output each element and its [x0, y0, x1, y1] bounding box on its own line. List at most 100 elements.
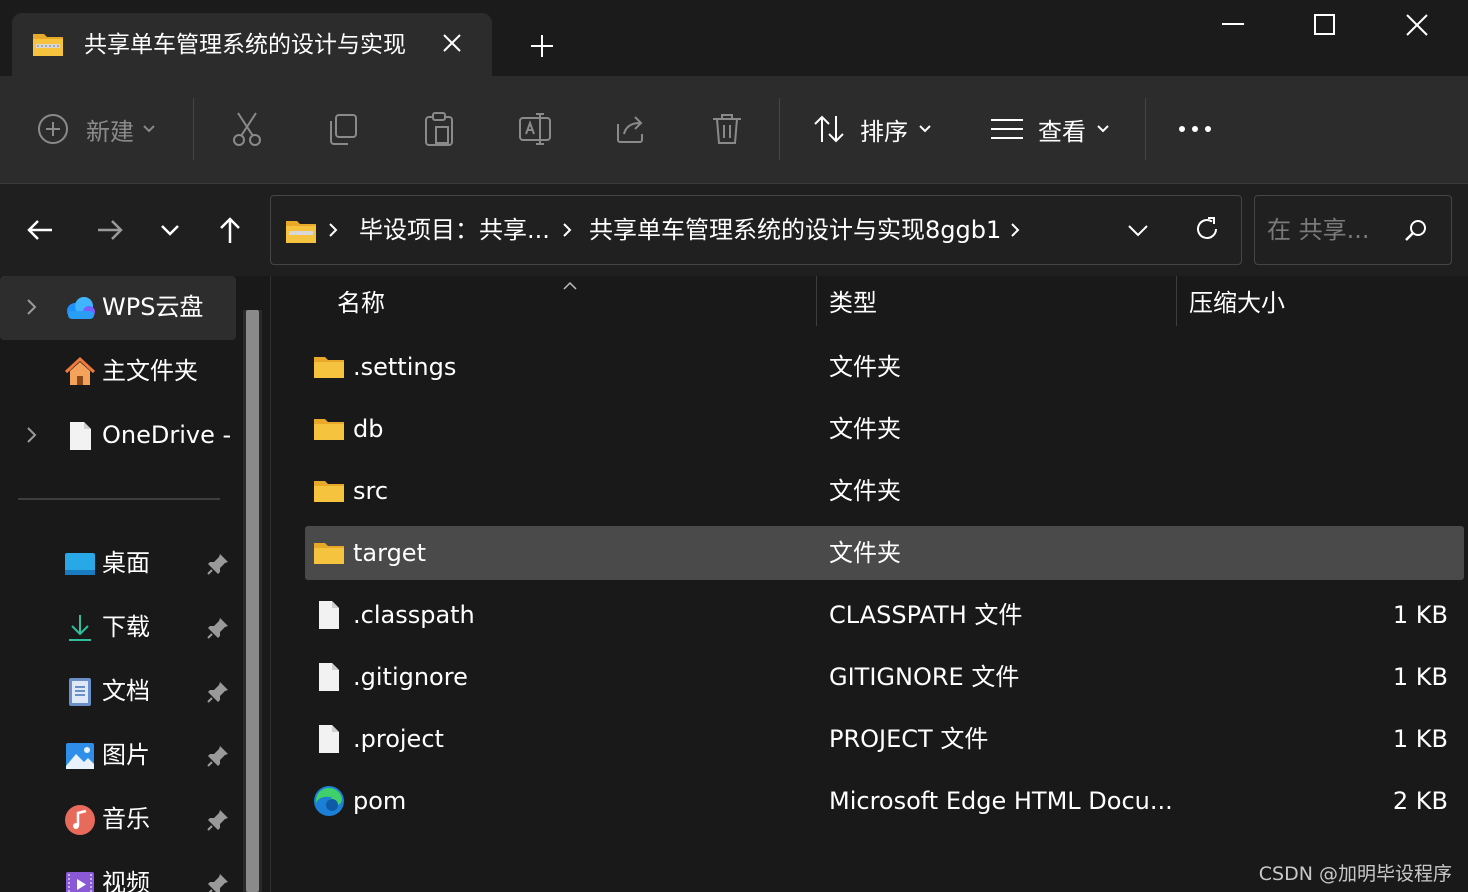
new-button[interactable]: 新建	[36, 106, 156, 152]
sidebar-item-label: 视频	[102, 869, 150, 892]
pin-icon[interactable]	[206, 744, 230, 772]
sidebar-item-pictures[interactable]: 图片	[0, 724, 236, 788]
music-icon	[64, 804, 96, 836]
close-window-icon[interactable]	[1402, 10, 1432, 40]
file-row[interactable]: src 文件夹	[305, 464, 1464, 518]
breadcrumb-item[interactable]: 毕设项目：共享...	[359, 214, 550, 246]
rename-icon	[518, 112, 552, 146]
sidebar-item-onedrive[interactable]: OneDrive -	[0, 404, 236, 468]
maximize-icon[interactable]	[1310, 10, 1340, 40]
breadcrumb-item-current[interactable]: 共享单车管理系统的设计与实现8ggb1	[589, 214, 1001, 246]
pin-icon[interactable]	[206, 552, 230, 580]
pin-icon[interactable]	[206, 680, 230, 708]
sidebar-item-home[interactable]: 主文件夹	[0, 340, 236, 404]
more-options-button[interactable]	[1178, 106, 1212, 152]
new-tab-button[interactable]	[528, 32, 556, 60]
file-size: 1 KB	[1392, 663, 1448, 691]
pin-icon[interactable]	[206, 808, 230, 836]
recent-chevron-icon[interactable]	[154, 214, 186, 246]
refresh-icon[interactable]	[1193, 215, 1221, 247]
chevron-down-icon	[1096, 124, 1110, 134]
documents-icon	[64, 676, 96, 708]
folder-icon	[313, 351, 345, 383]
file-name: .project	[353, 725, 444, 753]
folder-zip-icon	[285, 216, 317, 250]
column-divider[interactable]	[1176, 276, 1177, 326]
expand-chevron-icon[interactable]	[24, 297, 38, 321]
sidebar-item-desktop[interactable]: 桌面	[0, 532, 236, 596]
forward-arrow-icon[interactable]	[94, 214, 126, 246]
view-lines-icon	[990, 117, 1024, 141]
file-name: .gitignore	[353, 663, 468, 691]
pictures-icon	[64, 740, 96, 772]
sidebar-item-documents[interactable]: 文档	[0, 660, 236, 724]
cut-button[interactable]	[230, 106, 264, 152]
file-size: 1 KB	[1392, 601, 1448, 629]
sidebar-item-videos[interactable]: 视频	[0, 852, 236, 892]
file-row[interactable]: .project PROJECT 文件 1 KB	[305, 712, 1464, 766]
file-size: 2 KB	[1392, 787, 1448, 815]
file-list: 名称 类型 压缩大小 .settings 文件夹 db 文件夹 src 文件夹 …	[274, 276, 1468, 892]
file-row[interactable]: db 文件夹	[305, 402, 1464, 456]
more-dots-icon	[1178, 124, 1212, 134]
file-name: db	[353, 415, 384, 443]
column-header-name[interactable]: 名称	[337, 286, 385, 320]
scissors-icon	[230, 111, 264, 147]
share-button[interactable]	[614, 106, 648, 152]
file-type: 文件夹	[829, 415, 901, 443]
up-arrow-icon[interactable]	[214, 214, 246, 246]
pin-icon[interactable]	[206, 872, 230, 892]
sidebar-scrollbar-thumb[interactable]	[246, 310, 259, 892]
sidebar-item-music[interactable]: 音乐	[0, 788, 236, 852]
sidebar-item-wps-cloud[interactable]: WPS云盘	[0, 276, 236, 340]
address-bar[interactable]: 毕设项目：共享... 共享单车管理系统的设计与实现8ggb1	[270, 195, 1242, 265]
file-row[interactable]: .settings 文件夹	[305, 340, 1464, 394]
new-label: 新建	[86, 117, 134, 146]
search-box[interactable]: 在 共享...	[1254, 195, 1452, 265]
close-tab-icon[interactable]	[440, 31, 464, 55]
file-type: GITIGNORE 文件	[829, 663, 1020, 691]
search-placeholder: 在 共享...	[1267, 216, 1370, 244]
window-tab[interactable]: 共享单车管理系统的设计与实现	[12, 13, 492, 77]
column-divider[interactable]	[816, 276, 817, 326]
file-type: CLASSPATH 文件	[829, 601, 1023, 629]
sidebar-item-downloads[interactable]: 下载	[0, 596, 236, 660]
sort-arrows-icon	[812, 114, 846, 144]
delete-button[interactable]	[710, 106, 744, 152]
command-bar: 新建 排序 查看	[0, 76, 1468, 184]
sidebar-item-label: OneDrive -	[102, 421, 232, 449]
paste-button[interactable]	[422, 106, 456, 152]
sidebar-item-label: 音乐	[102, 805, 150, 833]
title-bar: 共享单车管理系统的设计与实现	[0, 0, 1468, 77]
desktop-icon	[64, 548, 96, 580]
folder-icon	[313, 413, 345, 445]
pane-divider[interactable]	[270, 276, 271, 892]
folder-zip-icon	[32, 29, 64, 63]
rename-button[interactable]	[518, 106, 552, 152]
view-label: 查看	[1038, 117, 1086, 146]
tab-title: 共享单车管理系统的设计与实现	[84, 32, 406, 58]
sidebar-item-label: 下载	[102, 613, 150, 641]
minimize-icon[interactable]	[1218, 10, 1248, 40]
file-icon	[313, 723, 345, 755]
breadcrumb-chevron-icon	[1009, 222, 1021, 242]
sort-button[interactable]: 排序	[812, 106, 932, 152]
column-header-size[interactable]: 压缩大小	[1189, 286, 1285, 320]
back-arrow-icon[interactable]	[24, 214, 56, 246]
expand-chevron-icon[interactable]	[24, 425, 38, 449]
file-row[interactable]: .classpath CLASSPATH 文件 1 KB	[305, 588, 1464, 642]
view-button[interactable]: 查看	[990, 106, 1110, 152]
file-icon	[313, 599, 345, 631]
pin-icon[interactable]	[206, 616, 230, 644]
file-row-selected[interactable]: target 文件夹	[305, 526, 1464, 580]
file-type: 文件夹	[829, 539, 901, 567]
column-header-type[interactable]: 类型	[829, 286, 877, 320]
file-row[interactable]: .gitignore GITIGNORE 文件 1 KB	[305, 650, 1464, 704]
file-size: 1 KB	[1392, 725, 1448, 753]
copy-button[interactable]	[326, 106, 360, 152]
file-row[interactable]: pom Microsoft Edge HTML Docu... 2 KB	[305, 774, 1464, 828]
sidebar-item-label: 桌面	[102, 549, 150, 577]
file-name: pom	[353, 787, 407, 815]
file-name: .settings	[353, 353, 457, 381]
address-history-chevron-icon[interactable]	[1127, 220, 1149, 244]
